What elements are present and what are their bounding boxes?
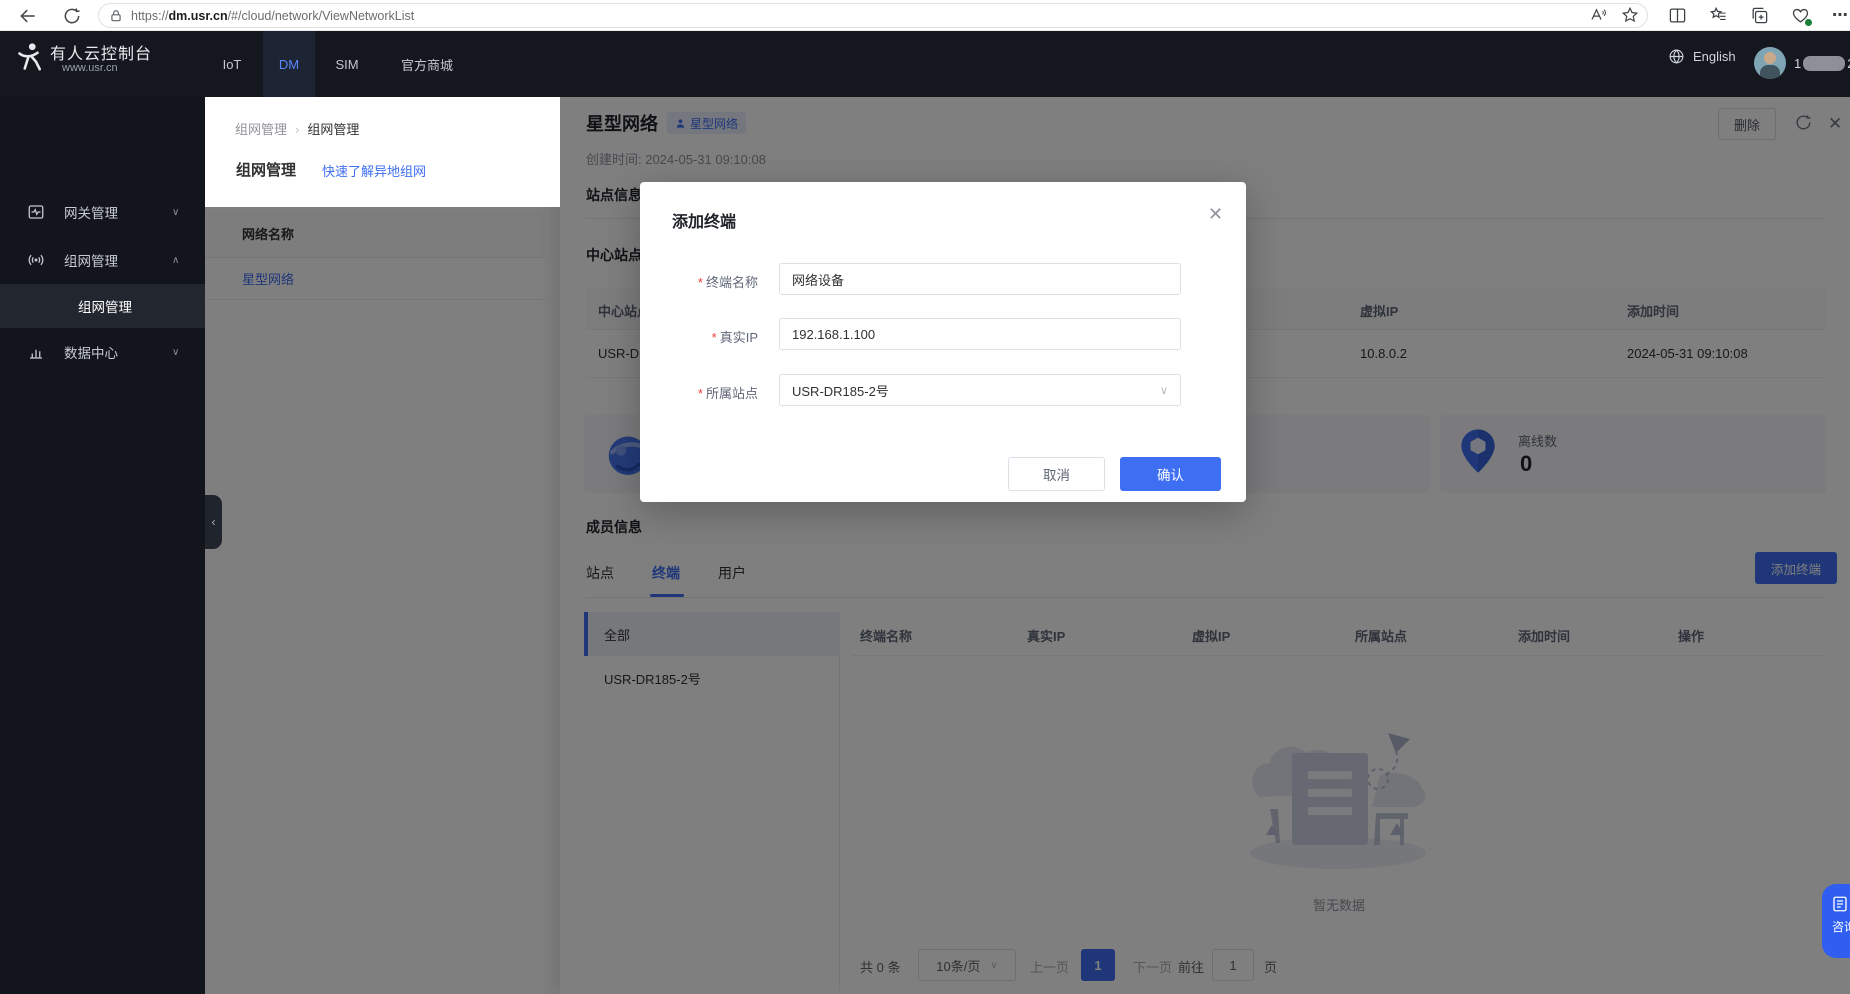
collections-add-icon[interactable]: [1750, 6, 1769, 25]
select-chevron-icon: ∨: [1160, 384, 1168, 397]
network-broadcast-icon: [27, 251, 45, 269]
sidebar-item-gateway[interactable]: 网关管理 ∨: [0, 188, 205, 236]
navbar-tab-dm[interactable]: DM: [263, 31, 315, 97]
browser-chrome: https://dm.usr.cn/#/cloud/network/ViewNe…: [0, 0, 1850, 31]
confirm-button[interactable]: 确认: [1120, 457, 1221, 491]
learn-more-link[interactable]: 快速了解异地组网: [322, 161, 426, 180]
sidebar-subitem-network-mgmt[interactable]: 组网管理: [0, 284, 205, 328]
site-lock-icon[interactable]: [109, 9, 123, 23]
real-ip-label: *真实IP: [640, 327, 758, 346]
favorites-bar-icon[interactable]: [1709, 6, 1728, 25]
user-avatar: [1754, 47, 1786, 79]
brand-title: 有人云控制台: [50, 40, 152, 64]
split-screen-icon[interactable]: [1668, 6, 1687, 25]
favorite-star-icon[interactable]: [1621, 6, 1639, 24]
chevron-up-icon: ∧: [172, 255, 179, 266]
breadcrumb-root[interactable]: 组网管理: [235, 122, 287, 137]
url-text: https://dm.usr.cn/#/cloud/network/ViewNe…: [131, 9, 414, 23]
list-panel-header: 组网管理›组网管理 组网管理 快速了解异地组网: [205, 97, 560, 207]
top-navbar: 有人云控制台 www.usr.cn IoT DM SIM 官方商城 Englis…: [0, 31, 1850, 97]
site-select-label: *所属站点: [640, 383, 758, 402]
terminal-name-input[interactable]: [779, 263, 1181, 295]
dialog-close-icon[interactable]: ✕: [1208, 204, 1223, 225]
screen: https://dm.usr.cn/#/cloud/network/ViewNe…: [0, 0, 1850, 994]
site-select[interactable]: [779, 374, 1181, 406]
chevron-down-icon: ∨: [172, 347, 179, 358]
more-icon[interactable]: ⋯: [1832, 5, 1849, 25]
consult-label: 咨询: [1832, 918, 1850, 935]
sidebar-collapse-toggle[interactable]: ‹: [205, 495, 222, 549]
usr-logo-icon: [12, 40, 48, 76]
sidebar-item-datacenter[interactable]: 数据中心 ∨: [0, 328, 205, 376]
consult-float-widget[interactable]: 咨询: [1822, 884, 1850, 958]
browser-essentials-icon[interactable]: [1791, 6, 1810, 25]
cancel-button[interactable]: 取消: [1008, 457, 1105, 491]
browser-back-icon[interactable]: [18, 6, 38, 26]
breadcrumb-current: 组网管理: [307, 122, 359, 137]
consult-doc-icon: [1831, 895, 1849, 913]
navbar-tab-iot[interactable]: IoT: [210, 31, 254, 97]
user-masked-prefix: 1: [1794, 56, 1801, 71]
chevron-down-icon: ∨: [172, 207, 179, 218]
read-aloud-icon[interactable]: [1589, 6, 1607, 24]
browser-refresh-icon[interactable]: [62, 6, 82, 26]
user-account[interactable]: 1 28: [1754, 47, 1850, 79]
add-terminal-dialog: 添加终端 ✕ *终端名称 *真实IP *所属站点 ∨ 取消 确认: [640, 182, 1246, 502]
brand-subtitle: www.usr.cn: [62, 62, 118, 74]
bar-chart-icon: [27, 343, 45, 361]
language-label: English: [1693, 49, 1736, 64]
navbar-tab-sim[interactable]: SIM: [324, 31, 370, 97]
breadcrumb: 组网管理›组网管理: [235, 119, 359, 138]
sidebar-item-network[interactable]: 组网管理 ∧: [0, 236, 205, 284]
dialog-title: 添加终端: [672, 208, 736, 232]
navbar-tab-shop[interactable]: 官方商城: [385, 31, 469, 97]
terminal-name-label: *终端名称: [640, 272, 758, 291]
url-bar[interactable]: https://dm.usr.cn/#/cloud/network/ViewNe…: [98, 3, 1648, 28]
globe-icon: [1668, 48, 1685, 65]
language-switcher[interactable]: English: [1668, 48, 1736, 65]
sidebar: 网关管理 ∨ 组网管理 ∧ 组网管理 数据中心 ∨ V2.0.0: [0, 97, 205, 994]
page-title: 组网管理: [236, 159, 296, 180]
real-ip-input[interactable]: [779, 318, 1181, 350]
gateway-icon: [27, 203, 45, 221]
user-censor-blob: [1803, 56, 1845, 71]
